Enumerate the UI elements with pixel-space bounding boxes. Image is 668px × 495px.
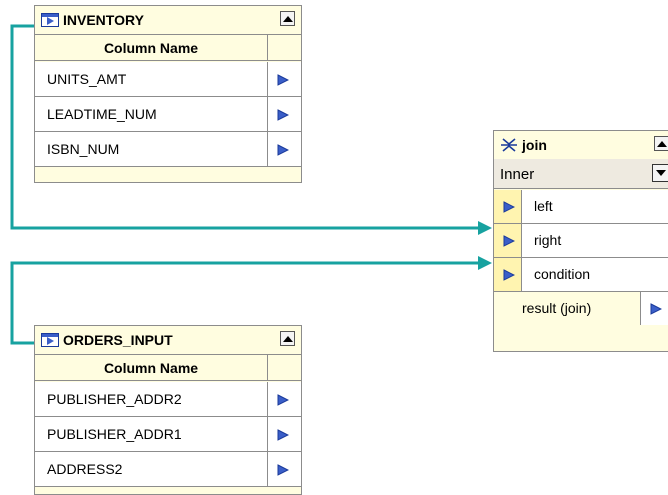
- input-label: left: [534, 198, 553, 214]
- column-header-spacer: [267, 355, 302, 381]
- collapse-button[interactable]: [280, 331, 295, 346]
- chevron-up-icon: [657, 141, 667, 147]
- collapse-button[interactable]: [654, 136, 668, 151]
- connector-arrowhead: [478, 221, 492, 235]
- table-row[interactable]: PUBLISHER_ADDR1: [35, 417, 301, 452]
- table-icon: [41, 333, 59, 347]
- port-arrow-button[interactable]: [267, 417, 301, 451]
- table-row[interactable]: ADDRESS2: [35, 452, 301, 487]
- chevron-up-icon: [283, 336, 293, 342]
- table-row[interactable]: PUBLISHER_ADDR2: [35, 382, 301, 417]
- node-title: ORDERS_INPUT: [63, 332, 173, 348]
- play-arrow-icon: [277, 109, 289, 121]
- column-name: ISBN_NUM: [47, 141, 120, 157]
- input-port[interactable]: [494, 224, 522, 257]
- port-arrow-button[interactable]: [267, 452, 301, 486]
- port-arrow-button[interactable]: [267, 62, 301, 96]
- column-name: ADDRESS2: [47, 461, 123, 477]
- table-row[interactable]: ISBN_NUM: [35, 132, 301, 167]
- join-type-select[interactable]: Inner: [494, 159, 668, 189]
- column-name: PUBLISHER_ADDR2: [47, 391, 182, 407]
- column-name-header: Column Name: [35, 355, 267, 381]
- join-operator-node[interactable]: join Inner left right condition result (…: [493, 130, 668, 352]
- node-header[interactable]: join: [494, 131, 668, 160]
- node-header[interactable]: INVENTORY: [35, 6, 301, 35]
- table-icon: [41, 13, 59, 27]
- connector-arrowhead: [478, 256, 492, 270]
- port-arrow-button[interactable]: [267, 97, 301, 131]
- input-label: right: [534, 232, 562, 248]
- chevron-up-icon: [283, 16, 293, 22]
- column-name: UNITS_AMT: [47, 71, 127, 87]
- column-header-spacer: [267, 35, 302, 61]
- play-arrow-icon: [503, 235, 515, 247]
- play-arrow-icon: [277, 429, 289, 441]
- join-input-condition[interactable]: condition: [494, 258, 668, 292]
- input-port[interactable]: [494, 190, 522, 223]
- play-arrow-icon: [650, 303, 662, 315]
- play-arrow-icon: [503, 269, 515, 281]
- inventory-table-node[interactable]: INVENTORY Column Name UNITS_AMT LEADTIME…: [34, 5, 302, 183]
- join-output-result[interactable]: result (join): [494, 292, 668, 326]
- port-arrow-button[interactable]: [267, 132, 301, 166]
- play-arrow-icon: [277, 394, 289, 406]
- play-arrow-icon: [277, 464, 289, 476]
- node-header[interactable]: ORDERS_INPUT: [35, 326, 301, 355]
- table-row[interactable]: UNITS_AMT: [35, 62, 301, 97]
- join-input-left[interactable]: left: [494, 190, 668, 224]
- orders-input-table-node[interactable]: ORDERS_INPUT Column Name PUBLISHER_ADDR2…: [34, 325, 302, 495]
- play-arrow-icon: [277, 144, 289, 156]
- collapse-button[interactable]: [280, 11, 295, 26]
- column-name: LEADTIME_NUM: [47, 106, 157, 122]
- play-arrow-icon: [503, 201, 515, 213]
- node-title: INVENTORY: [63, 12, 144, 28]
- join-input-right[interactable]: right: [494, 224, 668, 258]
- output-port[interactable]: [640, 292, 668, 325]
- play-arrow-icon: [277, 74, 289, 86]
- join-icon: [500, 137, 518, 152]
- join-type-value: Inner: [500, 166, 535, 183]
- input-port[interactable]: [494, 258, 522, 291]
- input-label: condition: [534, 266, 591, 282]
- port-arrow-button[interactable]: [267, 382, 301, 416]
- dropdown-button[interactable]: [652, 164, 668, 182]
- column-name: PUBLISHER_ADDR1: [47, 426, 182, 442]
- output-label: result (join): [522, 300, 592, 316]
- column-name-header: Column Name: [35, 35, 267, 61]
- chevron-down-icon: [656, 170, 666, 176]
- node-title: join: [522, 137, 547, 153]
- table-row[interactable]: LEADTIME_NUM: [35, 97, 301, 132]
